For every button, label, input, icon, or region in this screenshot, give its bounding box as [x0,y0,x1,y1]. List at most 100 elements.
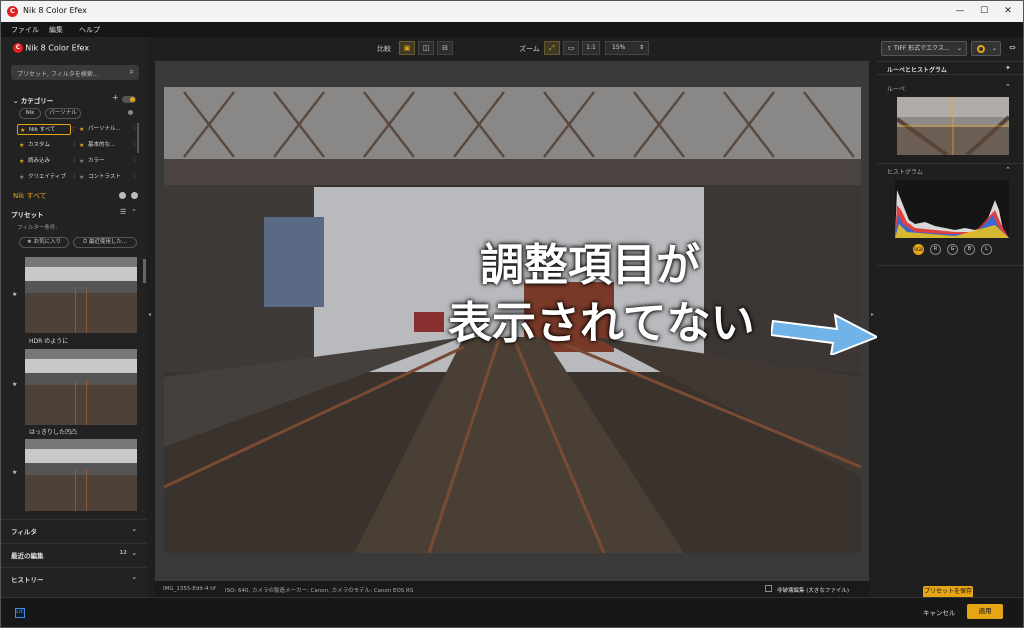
filter-section[interactable]: フィルタ ⌄ [1,519,147,539]
overlay-annotation-line2: 表示されてない [448,298,755,349]
category-label: コントラスト [88,174,121,180]
zoom-select[interactable]: 15% ⇕ [605,41,649,55]
recent-chip[interactable]: ⏱ 最近使用した... [73,237,137,248]
category-toggle[interactable] [122,96,136,103]
preset-label: HDR のように [29,338,69,345]
more-icon[interactable]: ⋮ [132,156,138,167]
more-icon[interactable]: ⋮ [132,172,138,183]
list-view-icon[interactable]: ☰ [120,208,126,216]
category-custom[interactable]: ★ カスタム ⋮ [17,140,77,151]
color-efex-logo-icon: C [13,43,23,53]
tag-chip-personal[interactable]: パーソナル [45,108,81,119]
star-icon: ★ [19,158,25,165]
chevron-down-icon: ⌄ [131,573,137,581]
preset-label: はっきりした凹凸 [29,429,78,436]
window-title: Nik 8 Color Efex [23,6,87,15]
menu-edit[interactable]: 編集 [49,25,63,35]
bottom-bar: LrC キャンセル 適用 [1,597,1023,627]
star-icon[interactable]: ★ [12,291,17,298]
chevron-down-icon: ⌄ [131,549,137,557]
zoom-1to1-button[interactable]: 1:1 [582,41,600,55]
histogram-label: ヒストグラム [887,169,923,176]
close-category-icon[interactable] [119,192,126,199]
section-label: フィルタ [11,528,37,536]
tag-chip-nik[interactable]: Nik [19,108,41,119]
star-icon: ★ [79,142,85,149]
side-by-side-button[interactable]: ⊟ [437,41,453,55]
channel-b-button[interactable]: B [964,244,975,255]
share-icon [977,44,985,53]
more-icon[interactable]: ⋮ [71,125,77,136]
category-basic[interactable]: ★ 基本的な... ⋮ [77,140,137,151]
presets-scrollbar[interactable] [143,259,146,283]
chevron-up-icon[interactable]: ⌃ [1005,166,1011,174]
category-label: カスタム [28,142,51,148]
preset-thumbnail[interactable] [25,439,137,511]
histogram-graph [895,190,1009,238]
star-icon[interactable]: ★ [12,469,17,476]
category-personal[interactable]: ★ パーソナル... ⋮ [77,124,137,135]
histogram-chart [895,180,1009,238]
chevron-up-icon[interactable]: ⌃ [1005,83,1011,91]
layout-icon[interactable]: ⇔ [1009,43,1016,52]
channel-rgb-button[interactable]: RGB [913,244,924,255]
file-name: IMG_1355-Edit-4.tif [163,586,216,592]
category-creative[interactable]: ★ クリエイティブ ⋮ [17,172,77,183]
menu-help[interactable]: ヘルプ [79,25,100,35]
history-section[interactable]: ヒストリー ⌄ [1,567,147,587]
favorites-chip[interactable]: ★ お気に入り [19,237,69,248]
app-logo-icon: C [7,6,18,17]
compare-label: 比較 [377,45,391,53]
chevron-down-icon: ⌄ [991,45,997,52]
preset-thumbnail[interactable] [25,257,137,333]
category-label: 読み込み [28,158,51,164]
export-button[interactable]: ⇪ TIFF 形式でエクス... ⌄ [881,41,967,56]
right-panel: ⇪ TIFF 形式でエクス... ⌄ ⌄ ⇔ ルーペとヒストグラム ✦ ルーペ ⌃… [877,37,1023,597]
preset-thumbnail[interactable] [25,349,137,425]
chevron-down-icon: ⌄ [13,97,21,105]
chevron-up-icon[interactable]: ⌃ [131,208,137,216]
category-color[interactable]: ★ カラー ⋮ [77,156,137,167]
add-category-icon[interactable]: + [112,93,119,102]
add-preset-icon[interactable] [131,192,138,199]
maximize-button[interactable]: ☐ [973,4,995,19]
title-bar: C Nik 8 Color Efex — ☐ ✕ [1,1,1023,22]
nondestructive-label: 非破壊編集 (大きなファイル) [777,588,850,594]
search-input[interactable]: プリセット, フィルタを検索... ⌕ [11,65,139,80]
channel-r-button[interactable]: R [930,244,941,255]
channel-l-button[interactable]: L [981,244,992,255]
single-view-button[interactable]: ▣ [399,41,415,55]
close-button[interactable]: ✕ [997,4,1019,19]
category-nik-all[interactable]: ★ Nik すべて ⋮ [17,124,76,135]
recent-edits-section[interactable]: 最近の編集 12 ⌄ [1,543,147,563]
fill-zoom-button[interactable]: ▭ [563,41,579,55]
star-icon[interactable]: ★ [12,381,17,388]
zoom-label: ズーム [519,45,540,53]
presets-header[interactable]: プリセット [11,209,44,219]
chip-label: お気に入り [33,239,62,245]
category-import[interactable]: ★ 読み込み ⋮ [17,156,77,167]
cancel-button[interactable]: キャンセル [923,607,956,617]
minimize-button[interactable]: — [949,4,971,19]
zoom-value: 15% [612,44,626,51]
star-icon: ★ [79,158,85,165]
category-scrollbar[interactable] [137,123,139,153]
category-header[interactable]: ⌄ カテゴリー [13,95,53,105]
menu-file[interactable]: ファイル [11,25,39,35]
app-brand: C Nik 8 Color Efex [13,43,89,53]
category-contrast[interactable]: ★ コントラスト ⋮ [77,172,137,183]
pin-icon[interactable]: ✦ [1005,64,1011,72]
share-button[interactable]: ⌄ [971,41,1001,56]
nondestructive-checkbox[interactable] [765,585,772,592]
split-view-button[interactable]: ◫ [418,41,434,55]
fit-zoom-button[interactable]: ⤢ [544,41,560,55]
lightroom-classic-icon[interactable]: LrC [15,608,25,618]
filter-conditions-label: フィルター条件: [17,225,58,231]
apply-button[interactable]: 適用 [967,604,1003,619]
loupe-preview[interactable] [897,97,1009,155]
app-window: C Nik 8 Color Efex — ☐ ✕ ファイル 編集 ヘルプ C N… [0,0,1024,628]
export-label: TIFF 形式でエクス... [893,45,950,52]
app-name: Nik 8 Color Efex [25,43,90,53]
collapse-left-icon[interactable]: ◂ [148,311,151,318]
channel-g-button[interactable]: G [947,244,958,255]
